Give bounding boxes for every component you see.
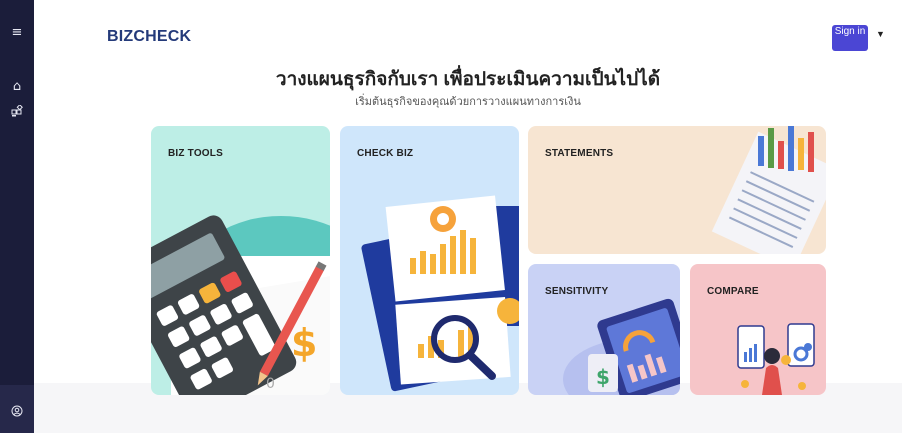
top-bar: BIZCHECK Sign in ▼	[34, 0, 902, 60]
page-subtitle: เริ่มต้นธุรกิจของคุณด้วยการวางแผนทางการเ…	[355, 96, 581, 108]
svg-text:0: 0	[266, 376, 275, 392]
menu-icon[interactable]: ≡	[0, 25, 34, 41]
analytics-dashboard-illustration: $	[563, 298, 680, 395]
svg-text:$: $	[291, 321, 317, 365]
card-label: SENSITIVITY	[545, 286, 609, 297]
compare-charts-illustration	[737, 323, 815, 395]
card-statements[interactable]: STATEMENTS	[528, 126, 826, 254]
statement-document-illustration	[711, 126, 826, 254]
card-label: COMPARE	[707, 286, 759, 297]
card-label: CHECK BIZ	[357, 148, 414, 159]
sign-in-button[interactable]: Sign in	[832, 25, 868, 51]
svg-text:$: $	[596, 365, 610, 389]
user-circle-icon[interactable]	[0, 403, 34, 419]
app-logo[interactable]: BIZCHECK	[107, 28, 191, 46]
card-check-biz[interactable]: CHECK BIZ	[340, 126, 519, 395]
sidebar-footer	[0, 385, 34, 433]
card-compare[interactable]: COMPARE	[690, 264, 826, 395]
report-analysis-illustration	[361, 195, 519, 392]
calculator-illustration: $ 0	[151, 215, 330, 395]
card-biz-tools[interactable]: $ 0 BIZ TOOLS	[151, 126, 330, 395]
caret-down-icon[interactable]: ▼	[876, 29, 885, 39]
card-label: BIZ TOOLS	[168, 148, 223, 159]
card-sensitivity[interactable]: $ SENSITIVITY	[528, 264, 680, 395]
page-title: วางแผนธุรกิจกับเรา เพื่อประเมินความเป็นไ…	[275, 69, 661, 90]
card-label: STATEMENTS	[545, 148, 614, 159]
